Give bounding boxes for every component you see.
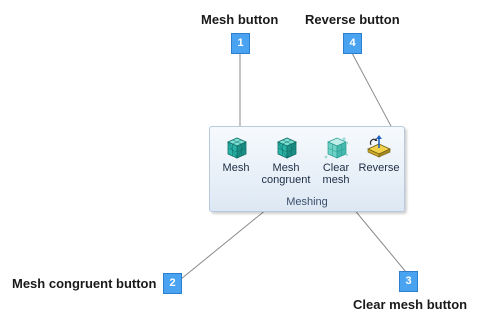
mesh-congruent-label-line1: Mesh: [272, 162, 300, 174]
mesh-icon: [227, 137, 247, 159]
callout-label-mesh: Mesh button: [201, 12, 279, 27]
mesh-button[interactable]: Mesh: [218, 133, 254, 193]
clear-mesh-icon: [324, 137, 349, 159]
meshing-ribbon-group: Mesh Mesh congruent Clear mesh Reverse M…: [209, 126, 405, 212]
clear-mesh-button[interactable]: Clear mesh: [318, 133, 354, 193]
callout-label-reverse: Reverse button: [305, 12, 400, 27]
callout-label-mesh-congruent: Mesh congruent button: [12, 276, 157, 291]
clear-mesh-label-line2: mesh: [322, 174, 350, 186]
reverse-icon: [367, 135, 391, 158]
leader-line-reverse: [351, 52, 393, 129]
callout-badge-3: 3: [399, 271, 418, 292]
reverse-button[interactable]: Reverse: [358, 133, 400, 193]
mesh-button-label: Mesh: [222, 162, 250, 174]
meshing-group-label: Meshing: [286, 196, 328, 208]
reverse-button-label: Reverse: [358, 162, 400, 174]
mesh-congruent-icon: [277, 137, 297, 159]
callout-badge-2: 2: [163, 273, 182, 294]
callout-badge-4: 4: [343, 33, 362, 54]
mesh-congruent-button[interactable]: Mesh congruent: [260, 133, 312, 193]
callout-label-clear-mesh: Clear mesh button: [353, 297, 468, 312]
callout-badge-1: 1: [231, 33, 250, 54]
clear-mesh-label-line1: Clear: [322, 162, 350, 174]
mesh-congruent-label-line2: congruent: [261, 174, 311, 186]
